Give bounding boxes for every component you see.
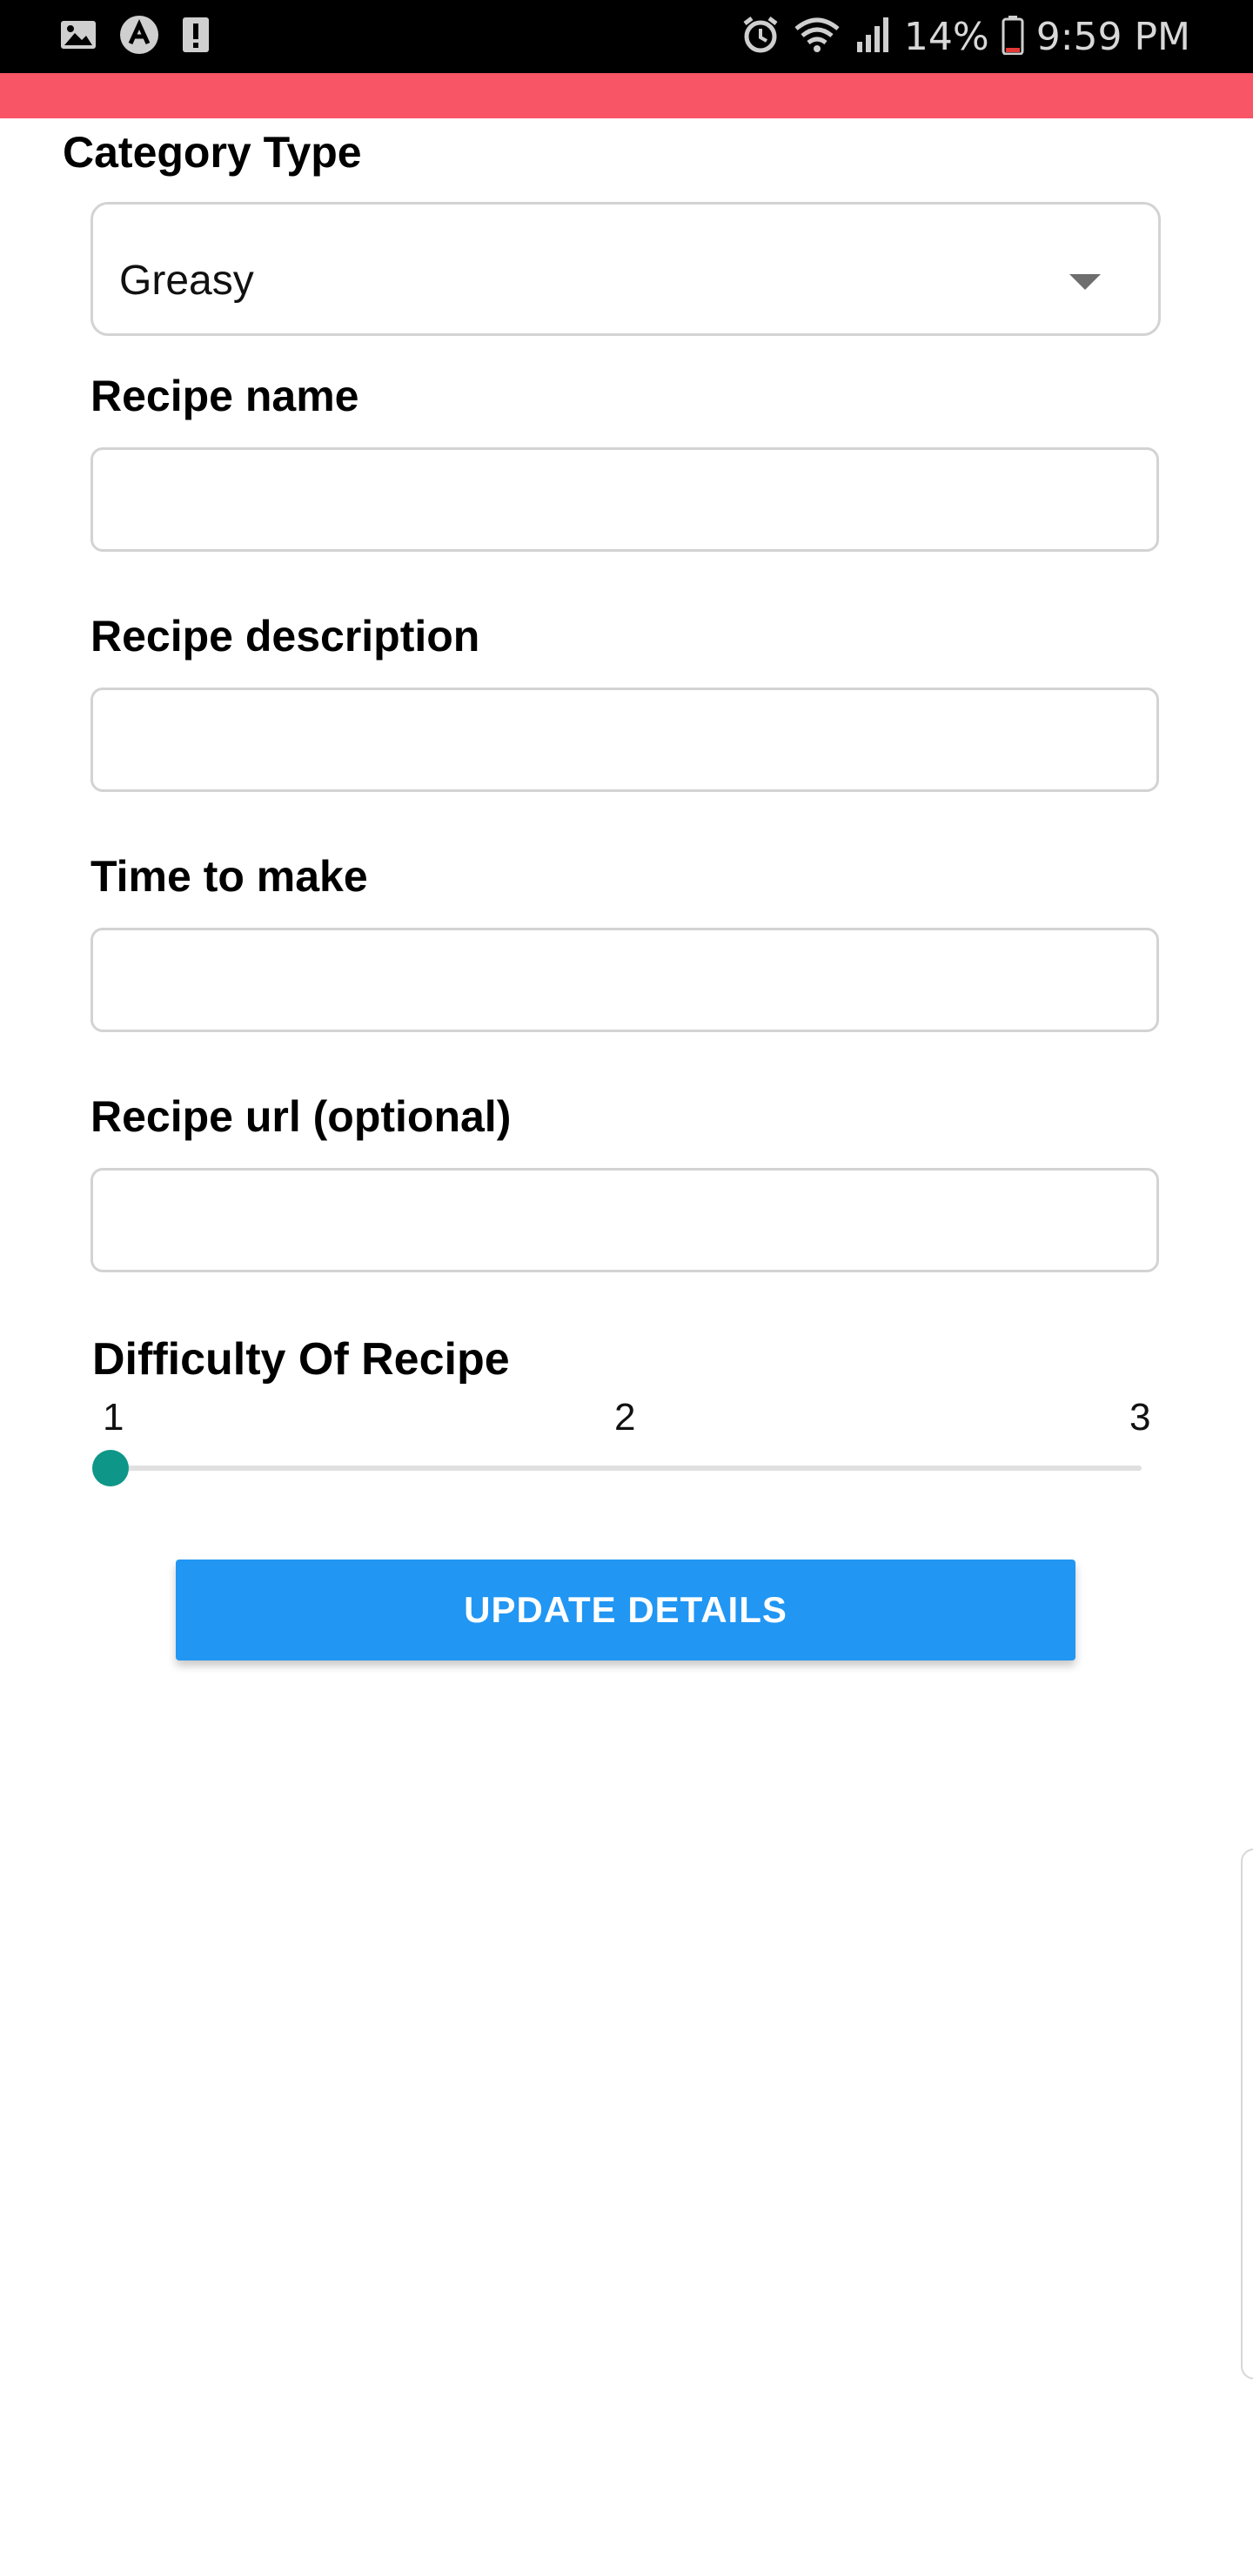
time-to-make-field[interactable] <box>90 928 1159 1032</box>
difficulty-label: Difficulty Of Recipe <box>92 1334 510 1385</box>
edge-panel-handle[interactable] <box>1241 1848 1253 2379</box>
category-type-label: Category Type <box>63 128 362 177</box>
recipe-name-input[interactable] <box>93 450 1156 549</box>
slider-tick-1: 1 <box>103 1396 124 1439</box>
difficulty-slider-thumb[interactable] <box>92 1450 129 1486</box>
chevron-down-icon <box>1069 274 1101 290</box>
recipe-description-field[interactable] <box>90 688 1159 792</box>
recipe-name-field[interactable] <box>90 447 1159 552</box>
recipe-description-label: Recipe description <box>90 612 480 661</box>
status-bar: 14% 9:59 PM <box>0 0 1253 73</box>
alert-icon <box>181 16 211 58</box>
status-left-icons <box>59 14 211 60</box>
alarm-icon <box>740 15 781 59</box>
slider-tick-3: 3 <box>1129 1396 1151 1439</box>
time-to-make-input[interactable] <box>93 930 1156 1030</box>
battery-icon <box>1002 15 1024 59</box>
recipe-description-input[interactable] <box>93 690 1156 789</box>
app-logo-icon <box>118 14 160 60</box>
recipe-url-input[interactable] <box>93 1171 1156 1270</box>
category-selected-value: Greasy <box>119 258 254 304</box>
status-right: 14% 9:59 PM <box>740 12 1190 61</box>
header-accent-bar <box>0 73 1253 118</box>
difficulty-slider-track[interactable] <box>111 1466 1142 1471</box>
category-type-select[interactable]: Greasy <box>90 202 1161 336</box>
recipe-url-label: Recipe url (optional) <box>90 1092 512 1141</box>
recipe-url-field[interactable] <box>90 1168 1159 1272</box>
slider-tick-2: 2 <box>614 1396 636 1439</box>
battery-percent: 14% <box>903 14 989 59</box>
signal-icon <box>854 16 892 58</box>
status-time: 9:59 PM <box>1035 14 1190 59</box>
update-details-button[interactable]: UPDATE DETAILS <box>176 1560 1075 1660</box>
recipe-name-label: Recipe name <box>90 372 359 420</box>
time-to-make-label: Time to make <box>90 852 368 901</box>
image-icon <box>59 17 97 57</box>
wifi-icon <box>793 15 841 59</box>
